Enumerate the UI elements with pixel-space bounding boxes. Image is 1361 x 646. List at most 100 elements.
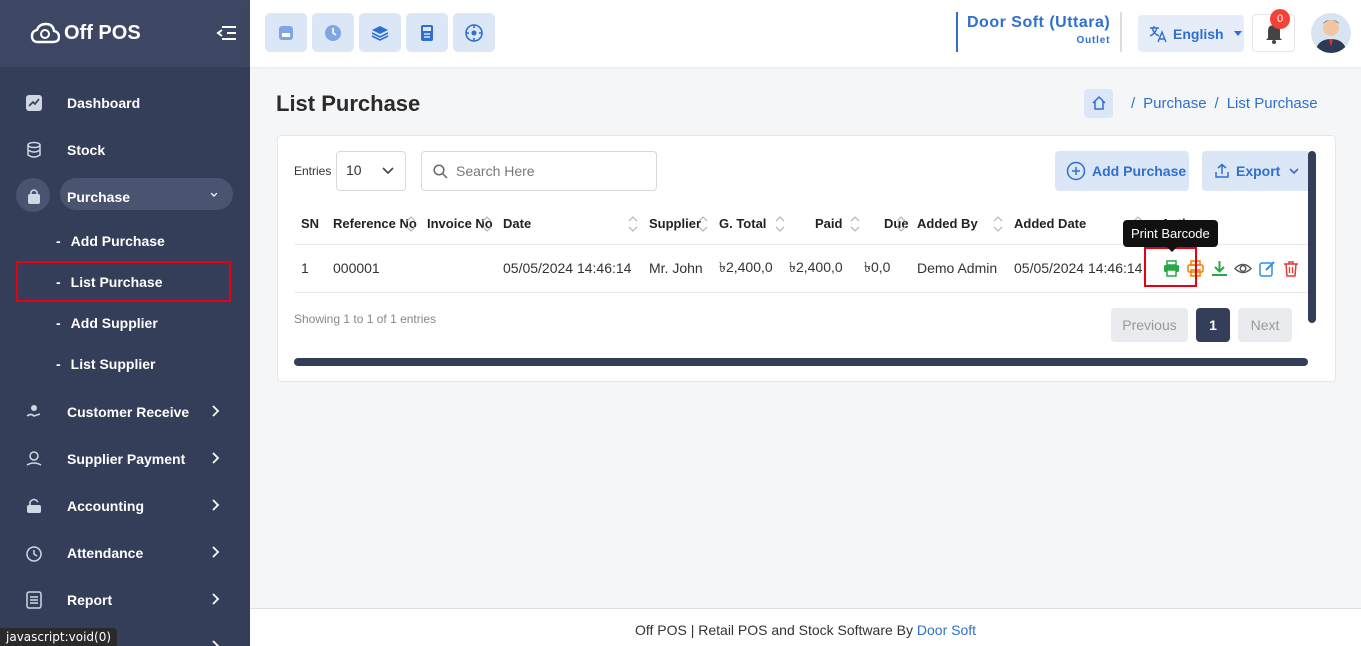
col-date[interactable]: Date xyxy=(496,204,642,245)
cell-sn: 1 xyxy=(294,244,326,293)
search-input[interactable] xyxy=(456,163,646,179)
sidebar-item-accounting[interactable]: Accounting xyxy=(0,482,250,529)
sidebar-item-attendance[interactable]: Attendance xyxy=(0,529,250,576)
cell-paid: ৳2,400,0 xyxy=(789,244,864,293)
sidebar-item-report[interactable]: Report xyxy=(0,576,250,623)
chevron-right-icon xyxy=(212,546,220,558)
app-logo[interactable]: Off POS xyxy=(30,22,141,46)
upload-icon xyxy=(1215,163,1229,178)
edit-icon[interactable] xyxy=(1258,259,1276,277)
pos-quick-button[interactable] xyxy=(265,13,307,52)
language-selector[interactable]: English xyxy=(1138,15,1244,52)
sidebar-subitem-add-purchase[interactable]: - Add Purchase xyxy=(0,220,250,261)
sidebar-item-stock[interactable]: Stock xyxy=(0,126,250,173)
col-sn[interactable]: SN xyxy=(294,204,326,245)
sort-icon xyxy=(628,216,638,232)
sidebar-collapse-icon[interactable] xyxy=(216,22,238,44)
cell-supplier: Mr. John xyxy=(642,244,712,293)
add-purchase-button[interactable]: Add Purchase xyxy=(1055,151,1189,191)
home-icon xyxy=(1091,95,1106,110)
lock-icon xyxy=(24,496,44,516)
chevron-down-icon xyxy=(210,192,218,197)
user-avatar[interactable] xyxy=(1311,13,1351,53)
chevron-right-icon xyxy=(212,452,220,464)
cell-reference: 000001 xyxy=(326,244,420,293)
col-paid[interactable]: Paid xyxy=(789,204,864,245)
page-1-button[interactable]: 1 xyxy=(1196,308,1230,342)
sort-icon xyxy=(775,216,785,232)
col-added-by[interactable]: Added By xyxy=(910,204,1007,245)
delete-trash-icon[interactable] xyxy=(1282,259,1300,277)
entries-select[interactable]: 10 xyxy=(336,151,406,191)
sidebar-item-label: Attendance xyxy=(67,544,144,561)
sidebar-item-label: Stock xyxy=(67,141,106,158)
sidebar-item-label: Supplier Payment xyxy=(67,450,186,467)
breadcrumb-purchase[interactable]: Purchase xyxy=(1143,95,1206,112)
report-icon xyxy=(24,590,44,610)
plus-circle-icon xyxy=(1066,161,1086,181)
logo-bar: Off POS xyxy=(0,0,250,67)
col-due[interactable]: Due xyxy=(864,204,910,245)
footer: Off POS | Retail POS and Stock Software … xyxy=(250,608,1361,646)
footer-link[interactable]: Door Soft xyxy=(917,622,976,638)
col-invoice[interactable]: Invoice No xyxy=(420,204,496,245)
col-reference[interactable]: Reference No xyxy=(326,204,420,245)
sidebar-subitem-add-supplier[interactable]: - Add Supplier xyxy=(0,302,250,343)
sidebar-subitem-list-supplier[interactable]: - List Supplier xyxy=(0,343,250,384)
sidebar-item-dashboard[interactable]: Dashboard xyxy=(0,79,250,126)
sort-icon xyxy=(482,216,492,232)
database-icon xyxy=(24,140,44,160)
col-supplier[interactable]: Supplier xyxy=(642,204,712,245)
dashboard-icon xyxy=(24,93,44,113)
cell-invoice xyxy=(420,244,496,293)
sort-icon xyxy=(896,216,906,232)
outlet-label: Outlet xyxy=(1076,35,1111,46)
sidebar-item-customer-receive[interactable]: Customer Receive xyxy=(0,388,250,435)
cell-date: 05/05/2024 14:46:14 xyxy=(496,244,642,293)
sidebar-menu: Dashboard Stock Purchase - Add Purchase -… xyxy=(0,67,250,646)
sidebar: Off POS Dashboard Stock Purchase - Add Pu… xyxy=(0,0,250,646)
previous-page-button[interactable]: Previous xyxy=(1111,308,1188,342)
clock-icon xyxy=(325,24,341,41)
cell-grand-total: ৳2,400,0 xyxy=(712,244,789,293)
bag-icon xyxy=(24,187,44,207)
chevron-down-icon xyxy=(382,167,394,175)
search-box xyxy=(421,151,657,191)
entries-value: 10 xyxy=(346,162,362,178)
sort-icon xyxy=(698,216,708,232)
cloud-logo-icon xyxy=(30,22,60,43)
breadcrumb-current: List Purchase xyxy=(1226,94,1318,112)
chevron-right-icon xyxy=(212,593,220,605)
home-button[interactable] xyxy=(1084,88,1113,118)
clock-quick-button[interactable] xyxy=(312,13,354,52)
sidebar-item-label: Purchase xyxy=(67,188,131,205)
calculator-quick-button[interactable] xyxy=(406,13,448,52)
calculator-icon xyxy=(421,24,433,41)
sidebar-subitem-list-purchase[interactable]: - List Purchase xyxy=(16,261,231,302)
payment-icon xyxy=(24,449,44,469)
layers-quick-button[interactable] xyxy=(359,13,401,52)
chevron-right-icon xyxy=(212,405,220,417)
view-eye-icon[interactable] xyxy=(1234,259,1252,277)
chevron-right-icon xyxy=(212,640,220,646)
next-page-button[interactable]: Next xyxy=(1238,308,1292,342)
alarm-clock-icon xyxy=(24,543,44,563)
sidebar-item-label: Report xyxy=(67,591,113,608)
export-button[interactable]: Export xyxy=(1202,151,1310,191)
sort-icon xyxy=(406,216,416,232)
sidebar-item-supplier-payment[interactable]: Supplier Payment xyxy=(0,435,250,482)
vertical-scrollbar[interactable] xyxy=(1308,151,1316,323)
col-grand-total[interactable]: G. Total xyxy=(712,204,789,245)
sidebar-item-purchase[interactable]: Purchase xyxy=(0,173,250,220)
print-barcode-highlight xyxy=(1144,247,1197,287)
download-icon[interactable] xyxy=(1210,259,1228,277)
sidebar-item-label: Customer Receive xyxy=(67,403,190,420)
dashboard-quick-button[interactable] xyxy=(453,13,495,52)
breadcrumb: / Purchase / List Purchase xyxy=(1084,88,1318,118)
subitem-label: Add Supplier xyxy=(70,314,158,331)
chevron-down-icon xyxy=(1289,168,1299,175)
footer-text: Off POS | Retail POS and Stock Software … xyxy=(634,622,917,638)
outlet-switcher[interactable]: Door Soft (Uttara) Outlet xyxy=(956,12,1123,52)
page-title: List Purchase xyxy=(276,91,421,116)
horizontal-scrollbar[interactable] xyxy=(294,358,1308,366)
